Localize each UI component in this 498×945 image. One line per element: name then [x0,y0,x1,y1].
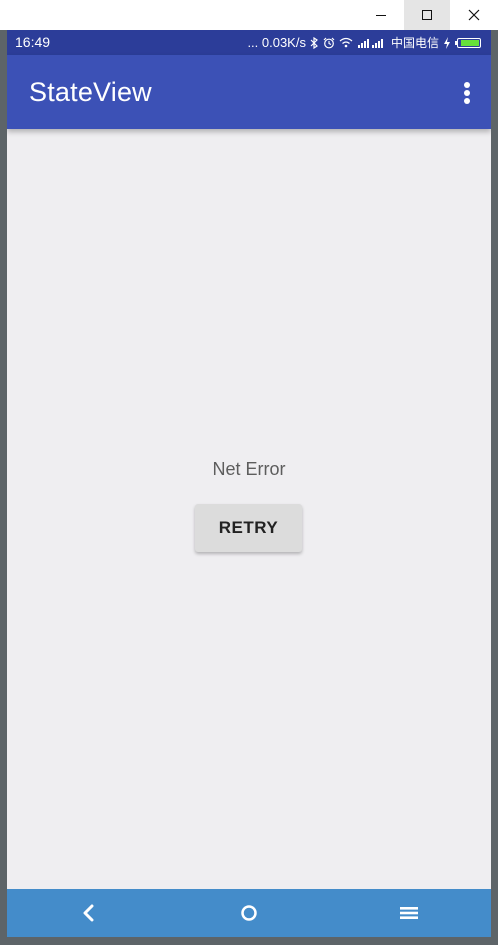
menu-button[interactable] [379,889,439,937]
close-icon [468,9,480,21]
content-area: Net Error RETRY [7,129,491,889]
navigation-bar [7,889,491,937]
error-message: Net Error [212,459,286,479]
carrier-name: 中国电信 [390,36,439,50]
window-title-bar [0,0,498,30]
back-icon [83,904,94,922]
status-time: 16:49 [15,34,51,50]
charging-icon [444,36,450,49]
minimize-icon [376,15,386,16]
more-vert-icon-dot [464,98,470,104]
signal-icon [357,38,383,48]
status-bar: 16:49 ... 0.03K/s 中国电信 [7,30,491,55]
alarm-icon [323,37,335,48]
more-vert-icon-dot [464,90,470,96]
wifi-icon [339,37,353,48]
maximize-button[interactable] [404,0,450,30]
more-vert-icon [464,82,470,88]
close-button[interactable] [450,0,498,30]
toolbar-title: StateView [29,77,152,107]
status-indicators: ... 0.03K/s 中国电信 [247,34,481,51]
bluetooth-icon [310,36,318,49]
home-button[interactable] [219,889,279,937]
back-button[interactable] [59,889,119,937]
battery-icon [455,37,481,48]
network-speed: ... 0.03K/s [247,35,306,50]
home-icon [241,905,257,921]
menu-icon [400,907,418,919]
phone-screen: 16:49 ... 0.03K/s 中国电信 StateView Net Err… [7,30,491,937]
minimize-button[interactable] [358,0,404,30]
retry-button[interactable]: RETRY [195,504,302,552]
maximize-icon [422,10,432,20]
overflow-menu-button[interactable] [457,80,477,106]
app-toolbar: StateView [7,55,491,129]
